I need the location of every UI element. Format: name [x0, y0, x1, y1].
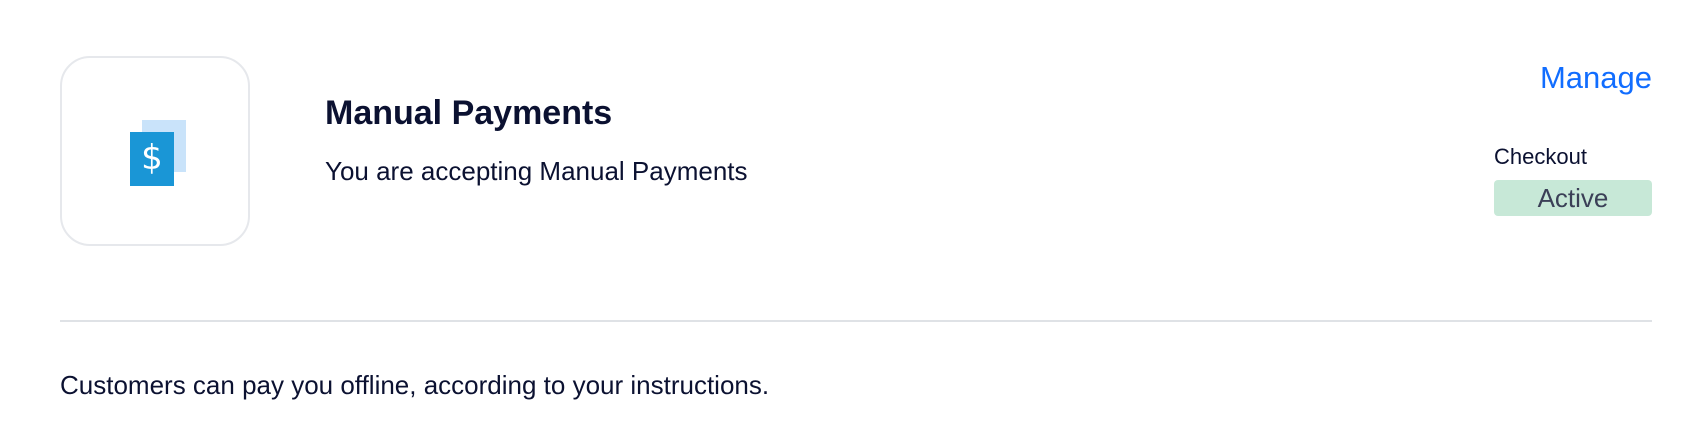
- manage-link[interactable]: Manage: [1540, 60, 1652, 96]
- payment-method-subtitle: You are accepting Manual Payments: [325, 156, 748, 186]
- svg-text:$: $: [141, 138, 163, 178]
- divider: [60, 320, 1652, 322]
- checkout-label: Checkout: [1494, 144, 1587, 169]
- dollar-document-icon: $: [130, 120, 186, 186]
- payment-method-card: $ Manual Payments You are accepting Manu…: [60, 56, 1652, 246]
- payment-method-logo-tile: $: [60, 56, 250, 246]
- payment-method-title: Manual Payments: [325, 94, 613, 132]
- payment-method-description: Customers can pay you offline, according…: [60, 370, 770, 400]
- status-badge: Active: [1494, 180, 1652, 216]
